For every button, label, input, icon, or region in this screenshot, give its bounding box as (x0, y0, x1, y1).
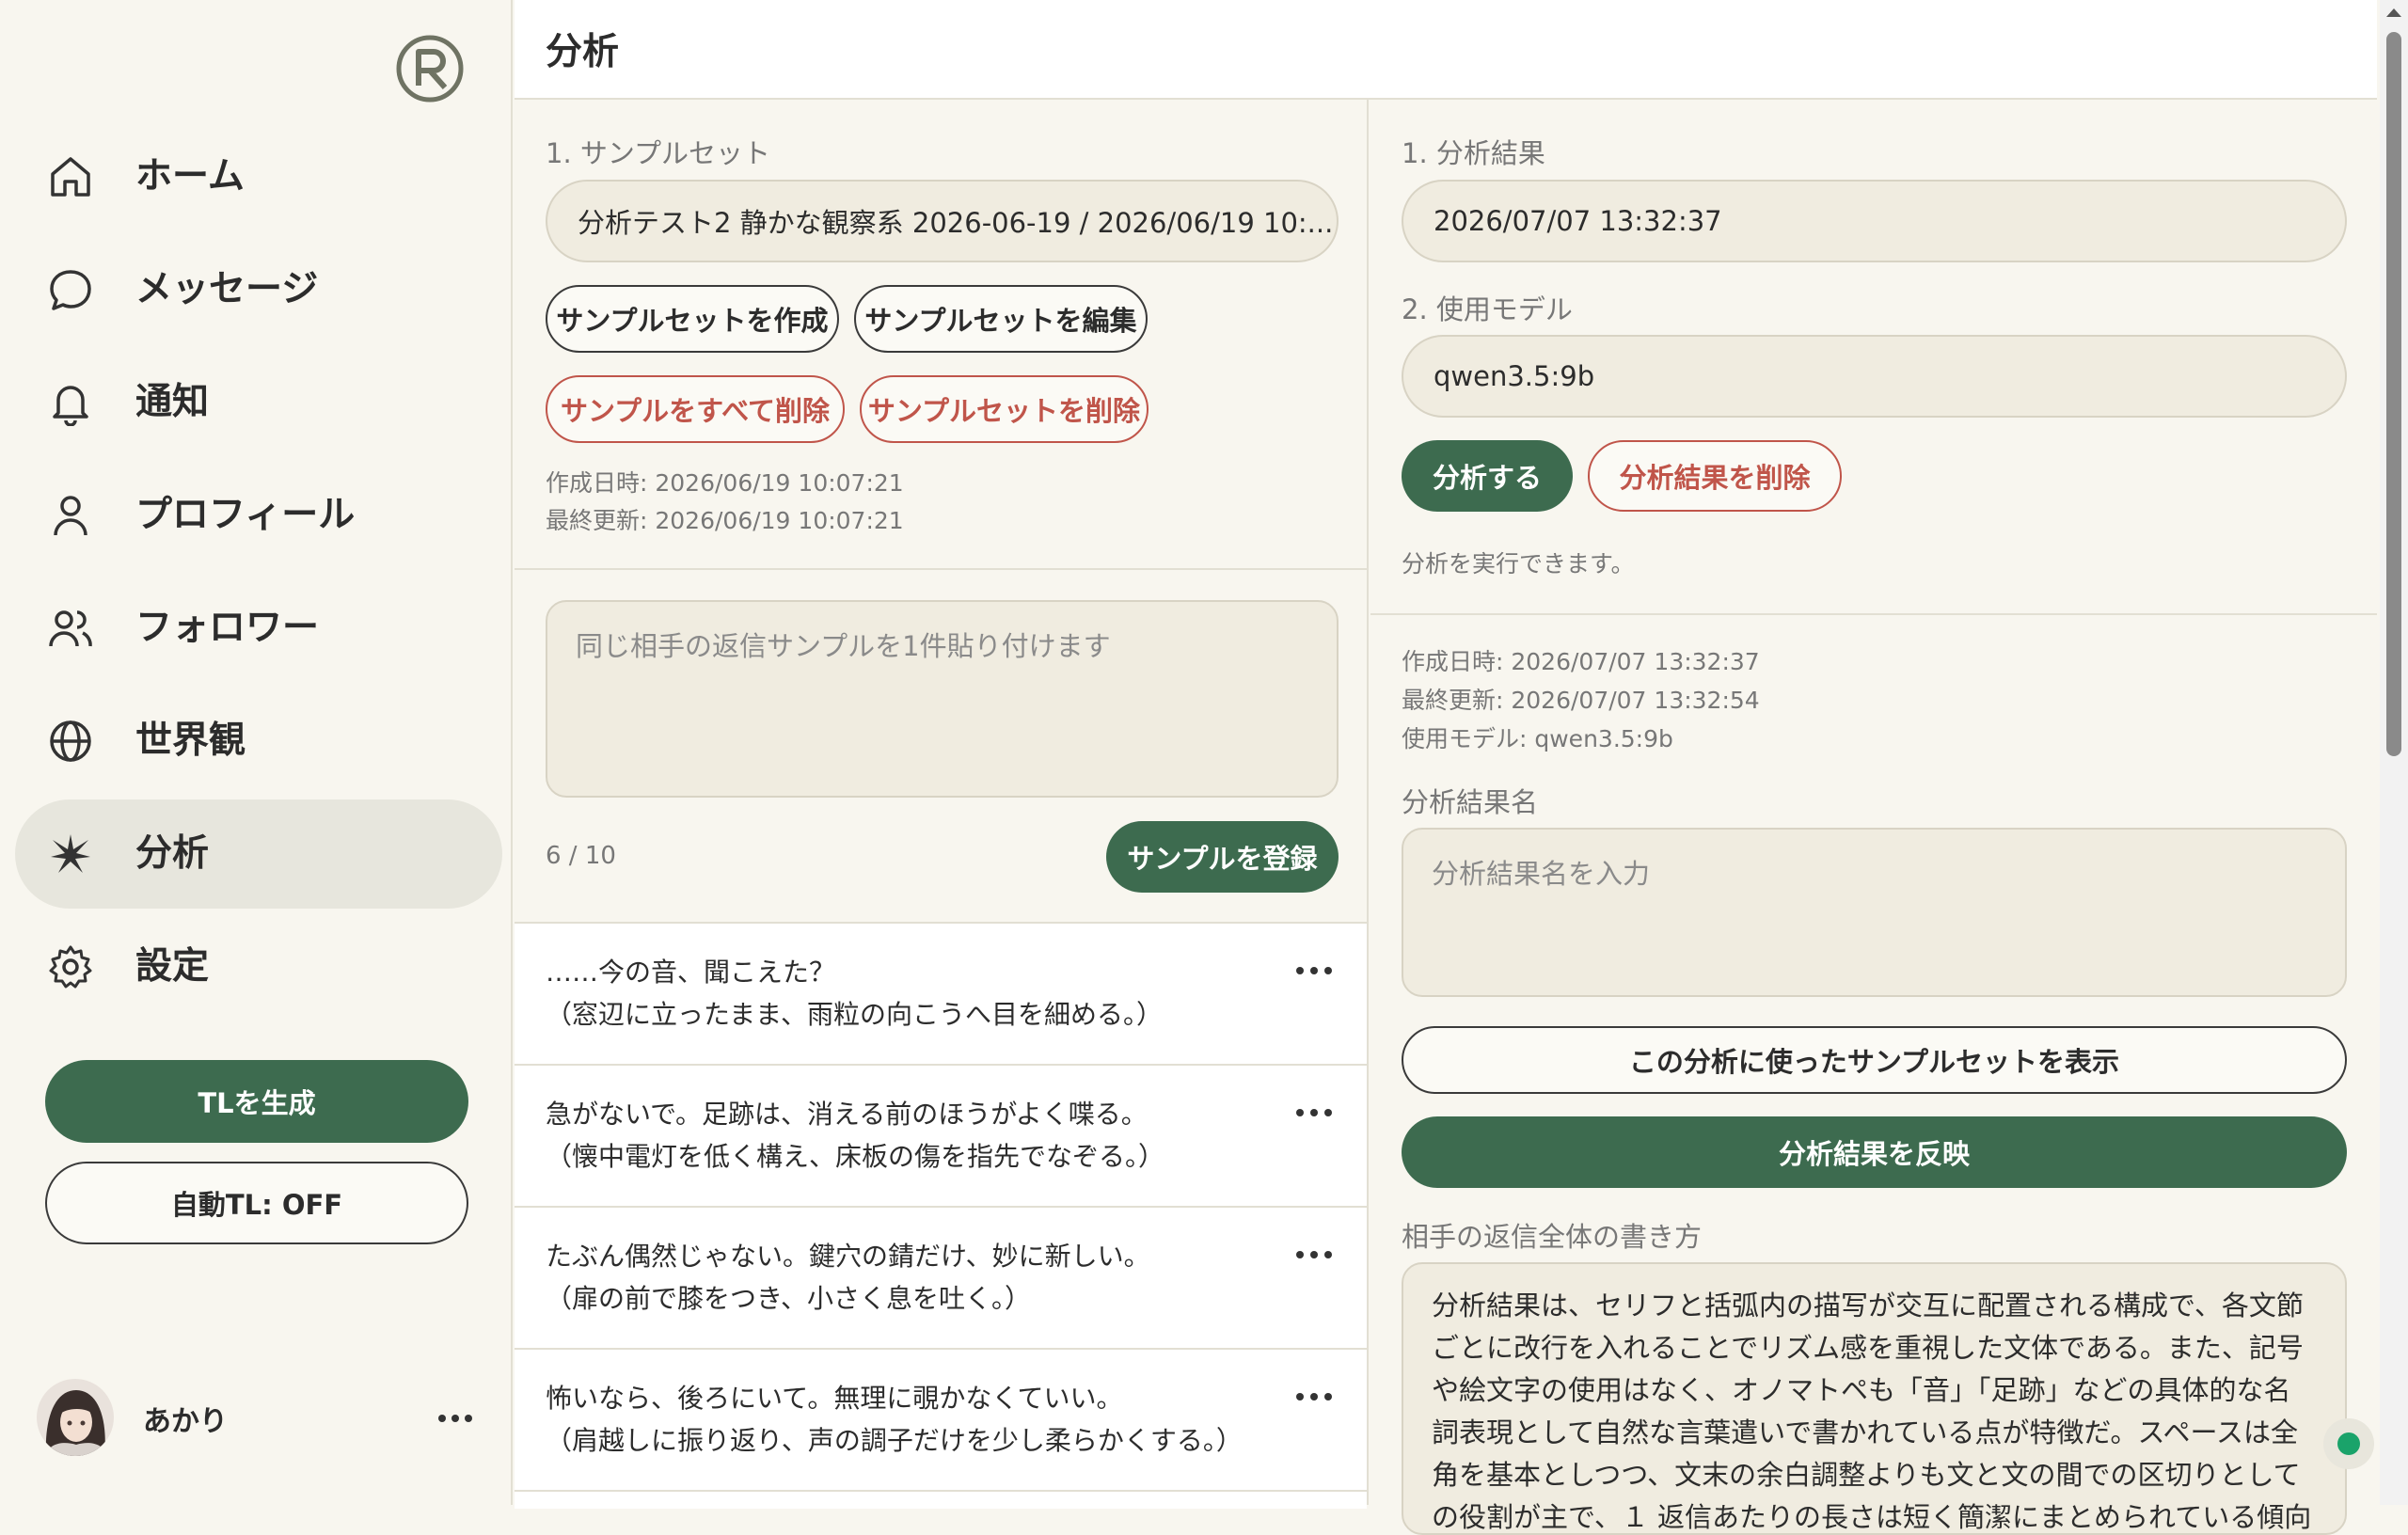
sample-line: （肩越しに振り返り、声の調子だけを少し柔らかくする。） (546, 1425, 1243, 1456)
auto-tl-toggle[interactable]: 自動TL: OFF (45, 1162, 468, 1244)
nav-settings[interactable]: 設定 (15, 912, 502, 1021)
users-icon (49, 610, 92, 647)
list-item: たぶん偶然じゃない。鍵穴の錆だけ、妙に新しい。 （扉の前で膝をつき、小さく息を吐… (515, 1206, 1367, 1348)
list-item: ……今の音、聞こえた？ （窓辺に立ったまま、雨粒の向こうへ目を細める。） (515, 922, 1367, 1064)
user-icon (54, 496, 87, 536)
sample-count: 6 / 10 (546, 842, 616, 870)
sample-set-select[interactable]: 分析テスト2 静かな観察系 2026-06-19 / 2026/06/19 10… (546, 180, 1339, 262)
sample-line: （懐中電灯を低く構え、床板の傷を指先でなぞる。） (546, 1141, 1165, 1172)
sample-line: 急がないで。足跡は、消える前のほうがよく喋る。 (546, 1099, 1148, 1130)
model-select[interactable]: qwen3.5:9b (1402, 335, 2347, 418)
nav-messages[interactable]: メッセージ (15, 235, 502, 344)
model-label: 2. 使用モデル (1402, 293, 1573, 325)
bell-icon (53, 386, 88, 426)
delete-sample-set-button[interactable]: サンプルセットを削除 (860, 375, 1149, 443)
more-icon[interactable] (1293, 1099, 1335, 1127)
more-icon[interactable] (436, 1400, 474, 1437)
page-title: 分析 (546, 31, 620, 73)
nav-home[interactable]: ホーム (15, 122, 502, 231)
nav-label: メッセージ (135, 268, 319, 310)
sample-line: （扉の前で膝をつき、小さく息を吐く。） (546, 1283, 1032, 1314)
nav-label: プロフィール (135, 494, 356, 536)
sample-set-label: 1. サンプルセット (546, 137, 771, 169)
more-icon[interactable] (1293, 1241, 1335, 1269)
sparkle-icon (51, 834, 90, 873)
created-at: 作成日時: 2026/06/19 10:07:21 (546, 469, 904, 497)
sample-line: （窓辺に立ったまま、雨粒の向こうへ目を細める。） (546, 999, 1164, 1030)
divider (1370, 613, 2377, 615)
nav-label: 世界観 (135, 720, 246, 762)
globe-icon (50, 720, 91, 762)
nav-label: フォロワー (135, 607, 320, 649)
gear-icon (49, 945, 92, 989)
analysis-panel: 1. 分析結果 2026/07/07 13:32:37 2. 使用モデル qwe… (1370, 100, 2377, 1535)
home-icon (51, 157, 90, 197)
nav-notifications[interactable]: 通知 (15, 348, 502, 457)
status-dot-icon (2337, 1432, 2360, 1455)
more-icon[interactable] (1293, 1383, 1335, 1411)
model-used: 使用モデル: qwen3.5:9b (1402, 725, 1673, 752)
result-name-label: 分析結果名 (1402, 786, 1539, 818)
more-icon[interactable] (1293, 957, 1335, 985)
sample-paste-input[interactable] (546, 600, 1339, 798)
generate-tl-button[interactable]: TLを生成 (45, 1060, 468, 1143)
nav-label: 分析 (135, 832, 210, 875)
nav-profile[interactable]: プロフィール (15, 461, 502, 570)
sample-set-panel: 1. サンプルセット 分析テスト2 静かな観察系 2026-06-19 / 20… (515, 100, 1369, 1509)
analyze-button[interactable]: 分析する (1402, 440, 1573, 512)
sample-line: 怖いなら、後ろにいて。無理に覗かなくていい。 (546, 1383, 1123, 1414)
analysis-status: 分析を実行できます。 (1402, 550, 1635, 578)
app-logo[interactable] (396, 35, 464, 103)
user-name: あかり (143, 1405, 228, 1438)
result-select[interactable]: 2026/07/07 13:32:37 (1402, 180, 2347, 262)
nav-followers[interactable]: フォロワー (15, 574, 502, 683)
status-indicator (2323, 1418, 2374, 1469)
scrollbar-thumb[interactable] (2386, 32, 2401, 756)
create-sample-set-button[interactable]: サンプルセットを作成 (546, 285, 839, 353)
delete-result-button[interactable]: 分析結果を削除 (1588, 440, 1842, 512)
top-bar: 分析 (515, 0, 2377, 100)
apply-result-button[interactable]: 分析結果を反映 (1402, 1116, 2347, 1188)
divider (515, 568, 1367, 570)
updated-at: 最終更新: 2026/06/19 10:07:21 (546, 507, 904, 534)
list-item (515, 1490, 1367, 1509)
sidebar: ホーム メッセージ 通知 プロフィール フォロワー 世界観 分析 設定 TLを生… (0, 0, 513, 1505)
list-item: 急がないで。足跡は、消える前のほうがよく喋る。 （懐中電灯を低く構え、床板の傷を… (515, 1064, 1367, 1206)
result-label: 1. 分析結果 (1402, 137, 1545, 169)
list-item: 怖いなら、後ろにいて。無理に覗かなくていい。 （肩越しに振り返り、声の調子だけを… (515, 1348, 1367, 1490)
show-sample-set-button[interactable]: この分析に使ったサンプルセットを表示 (1402, 1026, 2347, 1094)
delete-all-samples-button[interactable]: サンプルをすべて削除 (546, 375, 845, 443)
sample-line: たぶん偶然じゃない。鍵穴の錆だけ、妙に新しい。 (546, 1241, 1150, 1272)
edit-sample-set-button[interactable]: サンプルセットを編集 (854, 285, 1148, 353)
created-at: 作成日時: 2026/07/07 13:32:37 (1402, 648, 1760, 675)
sample-line: ……今の音、聞こえた？ (546, 957, 836, 988)
scroll-up-icon[interactable] (2384, 6, 2403, 19)
result-name-input[interactable] (1402, 828, 2347, 997)
nav-label: ホーム (135, 155, 245, 198)
nav-label: 通知 (135, 381, 210, 423)
nav-label: 設定 (135, 945, 210, 988)
nav-worldview[interactable]: 世界観 (15, 687, 502, 796)
avatar[interactable] (37, 1379, 114, 1456)
updated-at: 最終更新: 2026/07/07 13:32:54 (1402, 687, 1760, 714)
register-sample-button[interactable]: サンプルを登録 (1106, 821, 1339, 893)
nav-analysis[interactable]: 分析 (15, 799, 502, 909)
style-label: 相手の返信全体の書き方 (1402, 1221, 1703, 1253)
chat-icon (50, 270, 91, 310)
style-text[interactable]: 分析結果は、セリフと括弧内の描写が交互に配置される構成で、各文節ごとに改行を入れ… (1402, 1262, 2347, 1535)
